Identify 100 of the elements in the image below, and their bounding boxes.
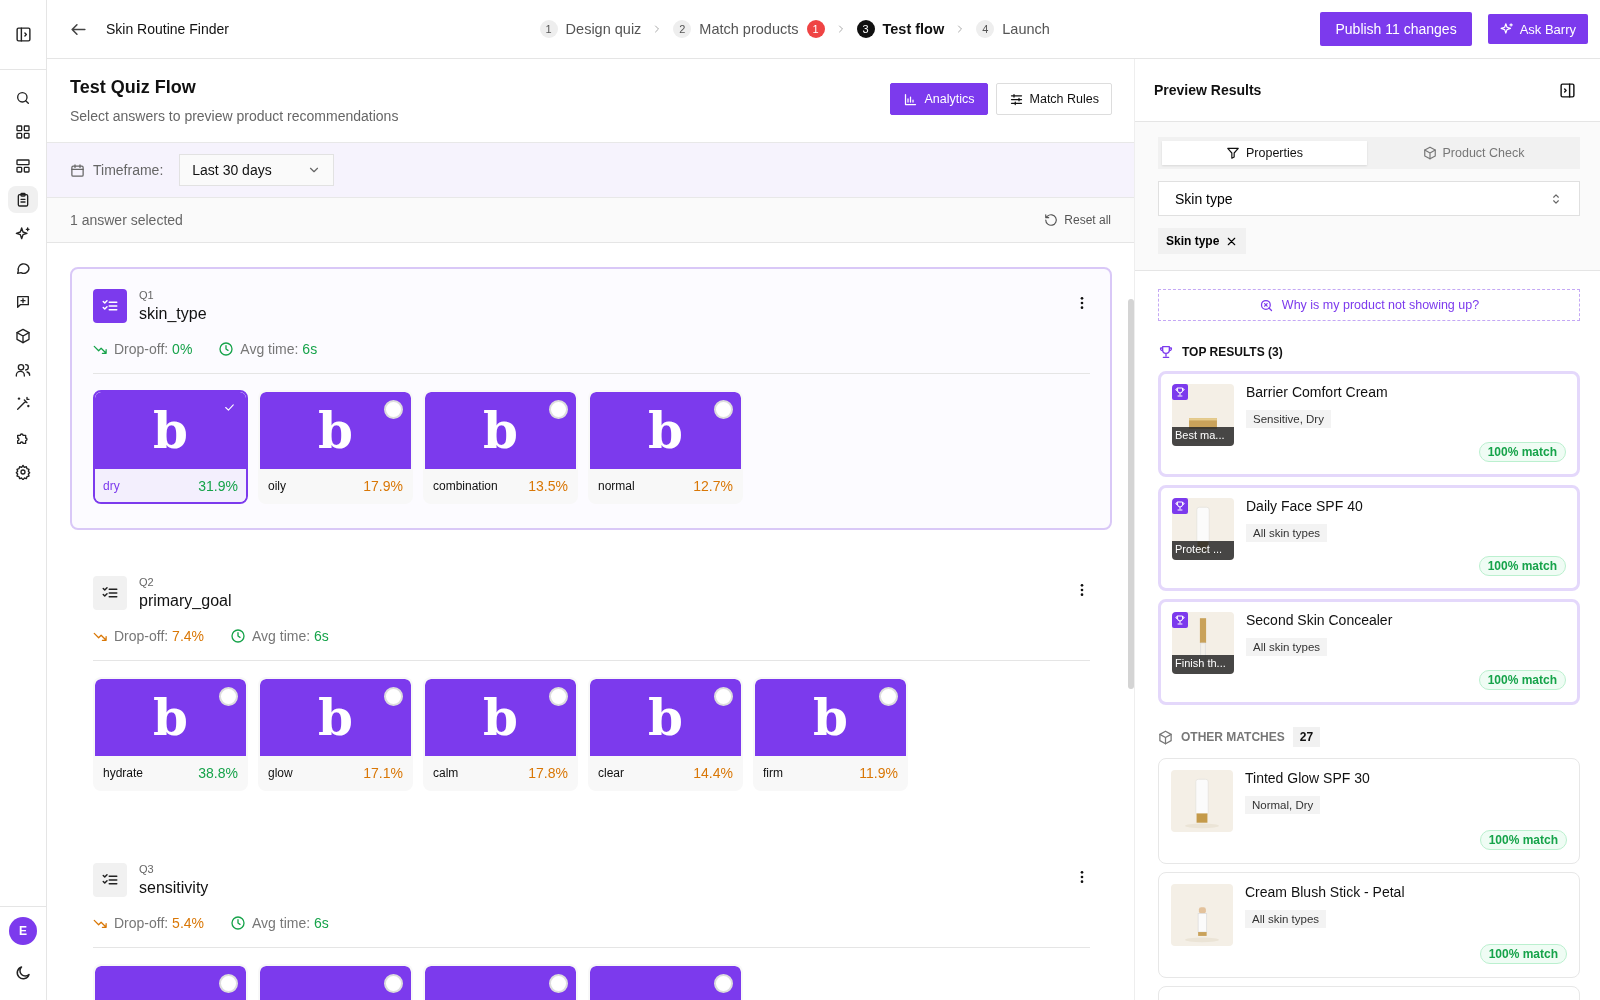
panel-title: Preview Results bbox=[1154, 82, 1262, 98]
assistant-button[interactable]: Ask Barry bbox=[1487, 14, 1588, 44]
radio-button[interactable] bbox=[219, 974, 238, 993]
product-card[interactable]: Protect ... Daily Face SPF 40 All skin types 100% match bbox=[1158, 485, 1580, 591]
match-rules-button[interactable]: Match Rules bbox=[995, 83, 1112, 115]
option-label: clear bbox=[598, 765, 624, 780]
answer-option[interactable]: b dry 31.9% bbox=[93, 390, 248, 504]
option-label: dry bbox=[103, 478, 120, 493]
image-caption: Best ma... bbox=[1172, 427, 1234, 446]
radio-button[interactable] bbox=[714, 687, 733, 706]
product-name: Barrier Comfort Cream bbox=[1246, 384, 1388, 400]
option-share: 11.9% bbox=[859, 764, 898, 781]
radio-button[interactable] bbox=[714, 974, 733, 993]
settings-icon bbox=[15, 463, 31, 480]
panel-right-icon bbox=[1559, 81, 1576, 99]
notification-badge: 1 bbox=[806, 20, 825, 38]
question-number: Q3 bbox=[139, 863, 155, 875]
timeframe-dropdown[interactable]: Last 30 days bbox=[179, 154, 335, 186]
answer-option[interactable]: b normal 12.7% bbox=[588, 390, 743, 504]
match-badge: 100% match bbox=[1479, 944, 1567, 964]
help-link[interactable]: Why is my product not showing up? bbox=[1158, 289, 1580, 321]
reset-all-button[interactable]: Reset all bbox=[1044, 213, 1111, 227]
sidebar-item[interactable] bbox=[8, 186, 38, 213]
radio-button[interactable] bbox=[549, 974, 568, 993]
panel-tab[interactable]: Properties bbox=[1162, 141, 1367, 165]
product-name: Tinted Glow SPF 30 bbox=[1245, 770, 1370, 786]
radio-button[interactable] bbox=[549, 400, 568, 419]
analytics-button[interactable]: Analytics bbox=[890, 83, 988, 115]
panel-tab[interactable]: Product Check bbox=[1371, 141, 1576, 165]
radio-button[interactable] bbox=[219, 687, 238, 706]
clock-icon bbox=[218, 341, 235, 357]
brand-logo: b bbox=[483, 405, 518, 456]
match-count: 27 bbox=[1292, 727, 1321, 747]
radio-button[interactable] bbox=[384, 687, 403, 706]
product-name: Second Skin Concealer bbox=[1246, 612, 1393, 628]
dropoff-stat: Drop-off: 0% bbox=[114, 341, 193, 357]
filter-chip[interactable]: Skin type bbox=[1158, 228, 1247, 254]
option-share: 31.9% bbox=[198, 477, 238, 494]
clipboard-icon bbox=[15, 191, 31, 208]
answer-option[interactable]: b hydrate 38.8% bbox=[93, 677, 248, 791]
sparkles-icon bbox=[15, 225, 31, 242]
brand-logo: b bbox=[153, 692, 188, 743]
brand-logo: b bbox=[153, 405, 188, 456]
product-card[interactable]: Best ma... Barrier Comfort Cream Sensitive, Dry 100% match bbox=[1158, 371, 1580, 477]
answer-option[interactable]: b glow 17.1% bbox=[258, 677, 413, 791]
avg-time-stat: Avg time: 6s bbox=[252, 628, 329, 644]
page-subtitle: Select answers to preview product recommendations bbox=[70, 108, 399, 124]
user-avatar[interactable]: E bbox=[9, 917, 37, 945]
match-badge: 100% match bbox=[1478, 556, 1566, 576]
timeframe-label: Timeframe: bbox=[93, 162, 164, 178]
product-card[interactable]: Tinted Glow SPF 30 Normal, Dry 100% match bbox=[1158, 758, 1580, 864]
scrollbar[interactable] bbox=[1128, 299, 1134, 689]
section-heading: TOP RESULTS (3) bbox=[1182, 345, 1283, 359]
users-icon bbox=[15, 361, 31, 378]
calendar-icon bbox=[70, 162, 85, 178]
bar-chart-icon bbox=[903, 91, 919, 107]
match-badge: 100% match bbox=[1478, 670, 1566, 690]
answer-option[interactable]: b firm 11.9% bbox=[753, 677, 908, 791]
brand-logo: b bbox=[483, 692, 518, 743]
product-card[interactable]: Finish th... Second Skin Concealer All skin types 100% match bbox=[1158, 599, 1580, 705]
option-label: normal bbox=[598, 478, 635, 493]
question-number: Q2 bbox=[139, 576, 155, 588]
option-share: 17.1% bbox=[363, 764, 403, 781]
answer-option[interactable]: b combination 13.5% bbox=[423, 390, 578, 504]
clock-icon bbox=[230, 628, 247, 644]
product-card[interactable]: Cream Blush Stick - Petal All skin types 100% match bbox=[1158, 872, 1580, 978]
page-title: Test Quiz Flow bbox=[70, 77, 197, 98]
answer-option[interactable]: b clear 14.4% bbox=[588, 677, 743, 791]
sparkles-icon bbox=[1499, 22, 1514, 36]
option-share: 38.8% bbox=[198, 764, 238, 781]
option-label: firm bbox=[763, 765, 783, 780]
selection-summary: 1 answer selected bbox=[70, 212, 183, 228]
question-name: sensitivity bbox=[139, 879, 209, 897]
answer-option[interactable]: b oily 17.9% bbox=[258, 390, 413, 504]
reset-icon bbox=[1044, 213, 1059, 227]
radio-button[interactable] bbox=[879, 687, 898, 706]
brand-logo: b bbox=[813, 692, 848, 743]
step-tab[interactable]: 1 Design quiz bbox=[539, 20, 642, 38]
answer-option[interactable]: b calm 17.8% bbox=[423, 677, 578, 791]
radio-button[interactable] bbox=[714, 400, 733, 419]
step-tab[interactable]: 2 Match products 1 bbox=[673, 20, 825, 38]
radio-button[interactable] bbox=[549, 687, 568, 706]
radio-button[interactable] bbox=[384, 400, 403, 419]
step-tab[interactable]: 4 Launch bbox=[976, 20, 1050, 38]
question-name: skin_type bbox=[139, 305, 207, 323]
sliders-icon bbox=[1008, 91, 1024, 107]
collapse-panel-button[interactable] bbox=[1559, 81, 1576, 99]
chat-plus-icon bbox=[15, 293, 31, 310]
skin-type-tag: All skin types bbox=[1246, 638, 1328, 656]
skin-type-tag: All skin types bbox=[1246, 524, 1328, 542]
clock-icon bbox=[230, 915, 247, 931]
property-select[interactable]: Skin type bbox=[1158, 181, 1580, 216]
option-share: 12.7% bbox=[693, 477, 733, 494]
step-tab[interactable]: 3 Test flow bbox=[856, 20, 945, 38]
question-number: Q1 bbox=[139, 289, 155, 301]
sidebar-toggle-icon bbox=[14, 26, 32, 43]
publish-button[interactable]: Publish 11 changes bbox=[1320, 12, 1472, 46]
brand-logo: b bbox=[648, 692, 683, 743]
search-icon bbox=[15, 89, 31, 106]
radio-button[interactable] bbox=[384, 974, 403, 993]
